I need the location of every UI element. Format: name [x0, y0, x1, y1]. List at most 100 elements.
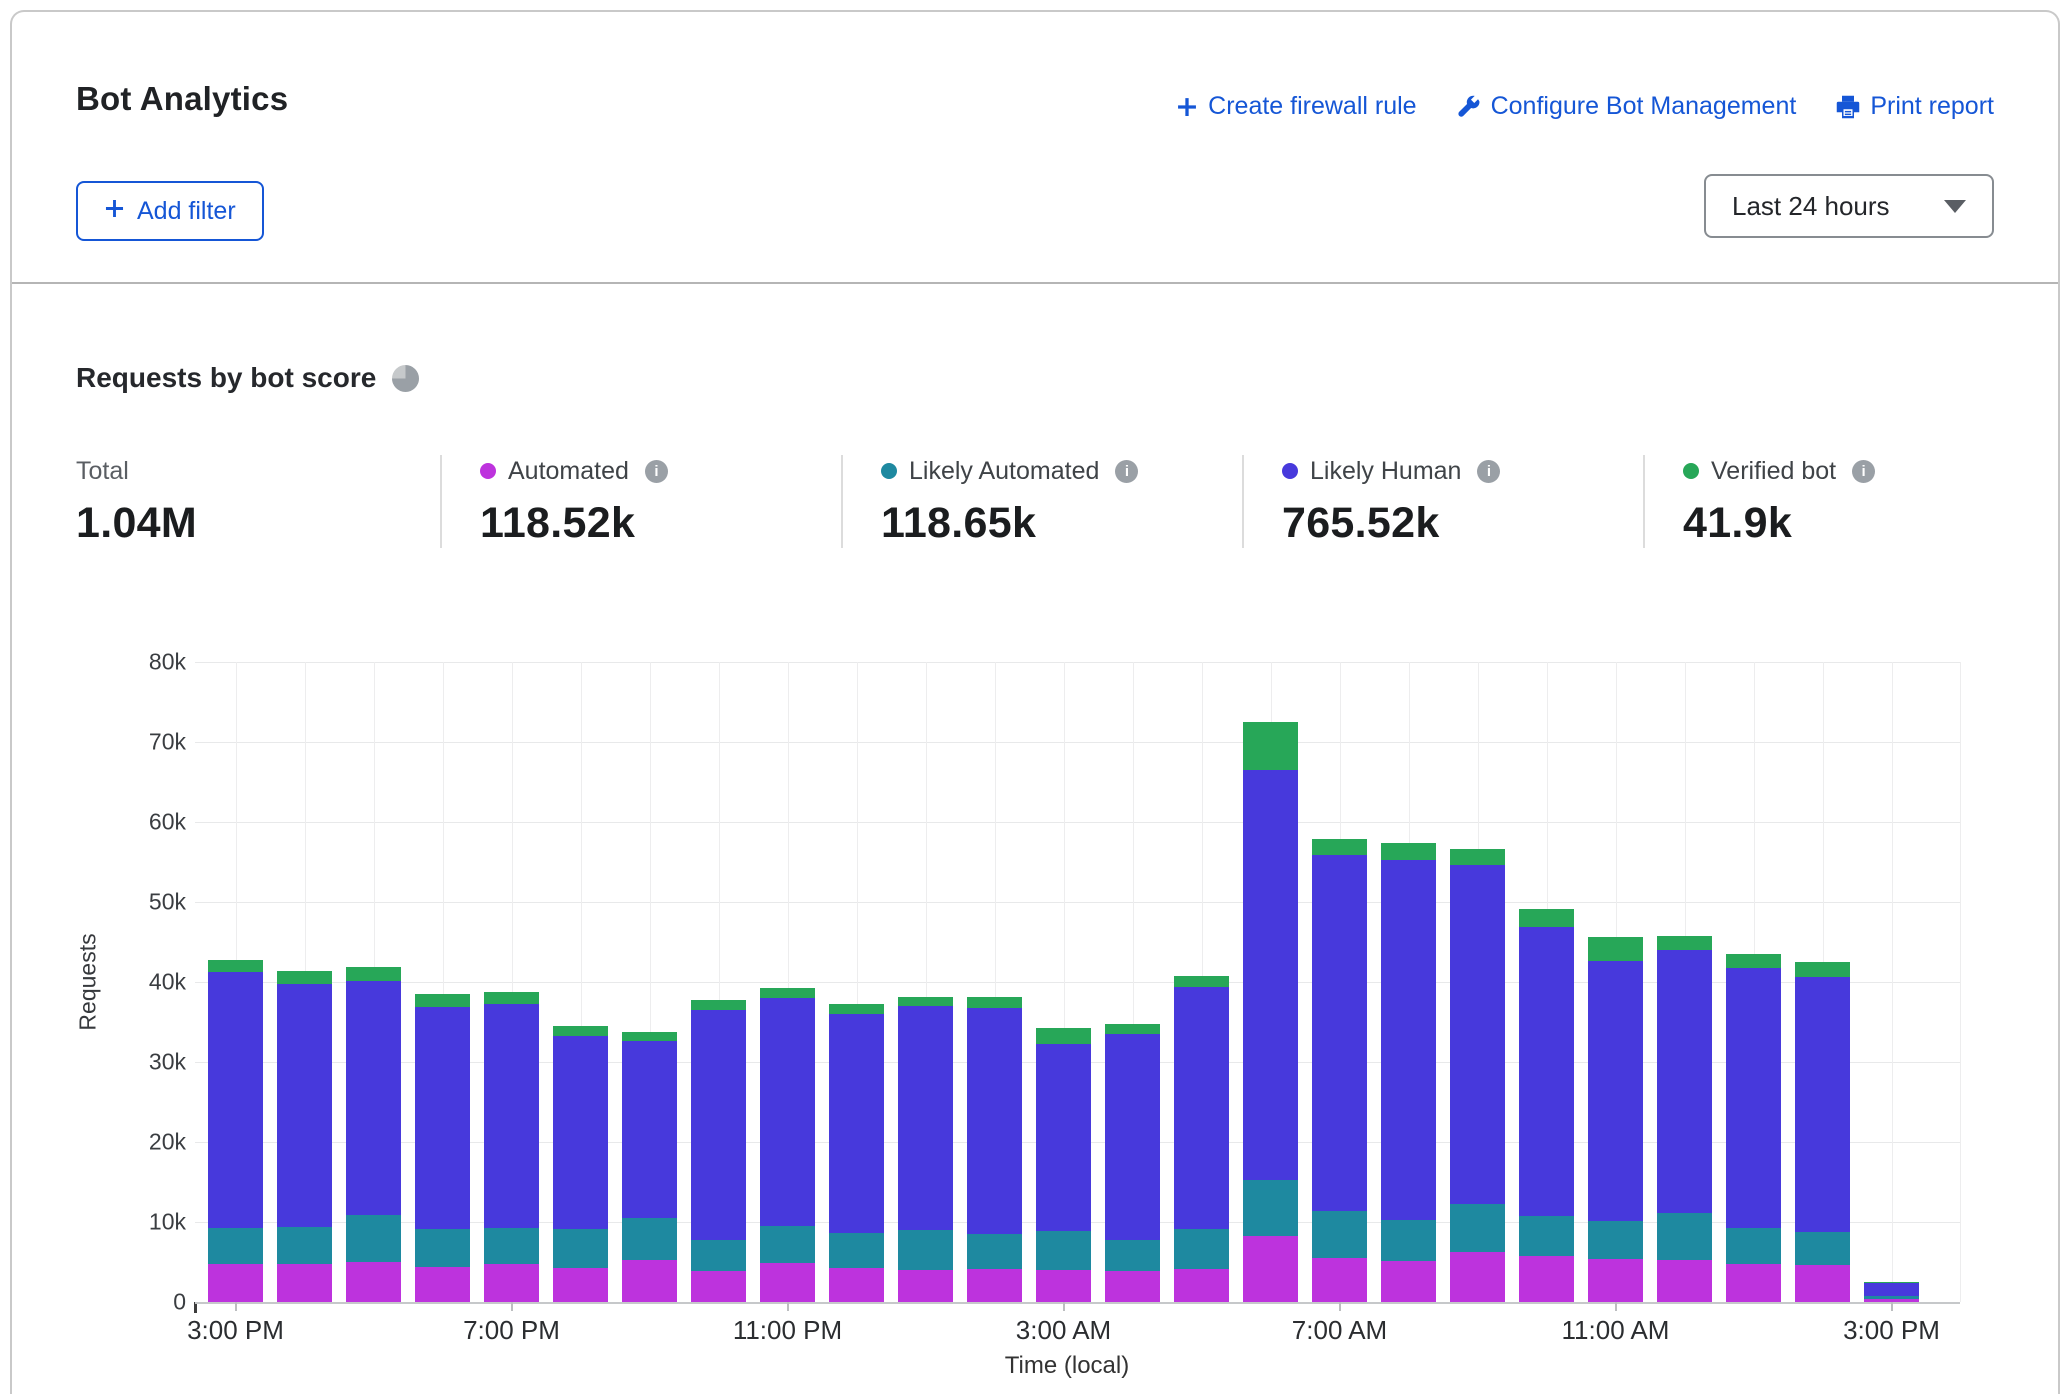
bar-segment-verified-bot[interactable] — [484, 992, 539, 1004]
bar-segment-likely-human[interactable] — [1105, 1034, 1160, 1240]
bar-segment-verified-bot[interactable] — [208, 960, 263, 972]
bar-segment-likely-automated[interactable] — [1588, 1221, 1643, 1259]
bar-segment-verified-bot[interactable] — [829, 1004, 884, 1014]
bar-segment-likely-human[interactable] — [277, 984, 332, 1226]
bar-segment-likely-automated[interactable] — [1381, 1220, 1436, 1262]
bar-segment-verified-bot[interactable] — [622, 1032, 677, 1041]
bar-segment-automated[interactable] — [484, 1264, 539, 1302]
bar-segment-automated[interactable] — [1519, 1256, 1574, 1302]
bar-segment-likely-automated[interactable] — [898, 1230, 953, 1270]
bar-segment-likely-human[interactable] — [1036, 1044, 1091, 1231]
bar-segment-automated[interactable] — [1795, 1265, 1850, 1302]
bar-segment-likely-automated[interactable] — [1519, 1216, 1574, 1257]
bar-segment-automated[interactable] — [691, 1271, 746, 1302]
bar-segment-automated[interactable] — [415, 1267, 470, 1302]
bar-segment-likely-automated[interactable] — [1726, 1228, 1781, 1263]
bar-segment-likely-human[interactable] — [691, 1010, 746, 1240]
bar-segment-likely-automated[interactable] — [1657, 1213, 1712, 1259]
bar-segment-verified-bot[interactable] — [277, 971, 332, 985]
info-icon[interactable]: i — [1115, 460, 1138, 483]
bar-segment-likely-automated[interactable] — [1864, 1296, 1919, 1298]
bar-segment-likely-human[interactable] — [1381, 860, 1436, 1220]
bar-segment-verified-bot[interactable] — [1795, 962, 1850, 977]
info-icon[interactable]: i — [1852, 460, 1875, 483]
add-filter-button[interactable]: Add filter — [76, 181, 264, 241]
bar-segment-automated[interactable] — [1588, 1259, 1643, 1302]
bar-segment-likely-human[interactable] — [1450, 865, 1505, 1203]
bar-segment-automated[interactable] — [760, 1263, 815, 1302]
bar-segment-likely-human[interactable] — [829, 1014, 884, 1233]
bar-segment-verified-bot[interactable] — [898, 997, 953, 1006]
bar-segment-automated[interactable] — [1450, 1252, 1505, 1302]
bar-segment-likely-automated[interactable] — [1105, 1240, 1160, 1270]
bar-segment-verified-bot[interactable] — [691, 1000, 746, 1010]
bar-segment-likely-human[interactable] — [760, 998, 815, 1226]
bar-segment-likely-human[interactable] — [1657, 950, 1712, 1213]
bar-segment-automated[interactable] — [1174, 1269, 1229, 1302]
bar-segment-likely-automated[interactable] — [553, 1229, 608, 1267]
bar-segment-likely-human[interactable] — [415, 1007, 470, 1229]
bar-segment-automated[interactable] — [829, 1268, 884, 1302]
bar-segment-verified-bot[interactable] — [346, 967, 401, 981]
bar-segment-automated[interactable] — [1312, 1258, 1367, 1302]
bar-segment-automated[interactable] — [1105, 1271, 1160, 1302]
bar-segment-likely-automated[interactable] — [415, 1229, 470, 1267]
bar-segment-automated[interactable] — [346, 1262, 401, 1302]
bar-segment-verified-bot[interactable] — [1105, 1024, 1160, 1034]
time-range-select[interactable]: Last 24 hours — [1704, 174, 1994, 238]
bar-segment-likely-human[interactable] — [346, 981, 401, 1215]
bar-segment-likely-automated[interactable] — [691, 1240, 746, 1271]
bar-segment-verified-bot[interactable] — [1243, 722, 1298, 770]
bar-segment-verified-bot[interactable] — [1657, 936, 1712, 950]
bar-segment-likely-human[interactable] — [1795, 977, 1850, 1231]
bar-segment-likely-automated[interactable] — [277, 1227, 332, 1264]
bar-segment-likely-automated[interactable] — [967, 1234, 1022, 1269]
print-report-link[interactable]: Print report — [1836, 92, 1994, 121]
bar-segment-automated[interactable] — [1726, 1264, 1781, 1302]
bar-segment-likely-human[interactable] — [1243, 770, 1298, 1180]
bar-segment-verified-bot[interactable] — [1864, 1282, 1919, 1283]
bar-segment-likely-human[interactable] — [622, 1041, 677, 1218]
bar-segment-likely-human[interactable] — [1174, 987, 1229, 1229]
bar-segment-automated[interactable] — [1243, 1236, 1298, 1302]
bar-segment-likely-human[interactable] — [967, 1008, 1022, 1234]
bar-segment-likely-automated[interactable] — [208, 1228, 263, 1265]
bar-segment-likely-automated[interactable] — [1312, 1211, 1367, 1258]
bar-segment-verified-bot[interactable] — [1381, 843, 1436, 860]
bar-segment-likely-automated[interactable] — [829, 1233, 884, 1268]
bar-segment-likely-human[interactable] — [1519, 927, 1574, 1216]
bar-segment-likely-human[interactable] — [1588, 961, 1643, 1221]
bar-segment-likely-human[interactable] — [898, 1006, 953, 1230]
bar-segment-likely-human[interactable] — [1312, 855, 1367, 1211]
bar-segment-automated[interactable] — [1657, 1260, 1712, 1302]
bar-segment-verified-bot[interactable] — [1588, 937, 1643, 961]
bar-segment-automated[interactable] — [622, 1260, 677, 1302]
bar-segment-automated[interactable] — [1381, 1261, 1436, 1302]
bar-segment-verified-bot[interactable] — [1726, 954, 1781, 968]
create-firewall-rule-link[interactable]: Create firewall rule — [1176, 92, 1416, 121]
bar-segment-likely-automated[interactable] — [1243, 1180, 1298, 1235]
bar-segment-verified-bot[interactable] — [1519, 909, 1574, 927]
bar-segment-likely-human[interactable] — [1864, 1283, 1919, 1297]
bar-segment-automated[interactable] — [277, 1264, 332, 1302]
bar-segment-verified-bot[interactable] — [1450, 849, 1505, 865]
bar-segment-verified-bot[interactable] — [415, 994, 470, 1007]
bar-segment-automated[interactable] — [1036, 1270, 1091, 1302]
bar-segment-verified-bot[interactable] — [1312, 839, 1367, 855]
bar-segment-likely-automated[interactable] — [1036, 1231, 1091, 1270]
bar-segment-automated[interactable] — [967, 1269, 1022, 1302]
bar-segment-automated[interactable] — [208, 1264, 263, 1302]
bar-segment-automated[interactable] — [898, 1270, 953, 1302]
bar-segment-likely-automated[interactable] — [1174, 1229, 1229, 1269]
bar-segment-likely-automated[interactable] — [346, 1215, 401, 1262]
bar-segment-verified-bot[interactable] — [553, 1026, 608, 1036]
bar-segment-likely-automated[interactable] — [484, 1228, 539, 1265]
bar-segment-verified-bot[interactable] — [967, 997, 1022, 1007]
bar-segment-likely-automated[interactable] — [760, 1226, 815, 1263]
bar-segment-likely-human[interactable] — [484, 1004, 539, 1228]
bar-segment-likely-human[interactable] — [1726, 968, 1781, 1229]
bar-segment-likely-human[interactable] — [208, 972, 263, 1228]
info-icon[interactable]: i — [1477, 460, 1500, 483]
bar-segment-likely-automated[interactable] — [1450, 1204, 1505, 1253]
bar-segment-automated[interactable] — [553, 1268, 608, 1302]
